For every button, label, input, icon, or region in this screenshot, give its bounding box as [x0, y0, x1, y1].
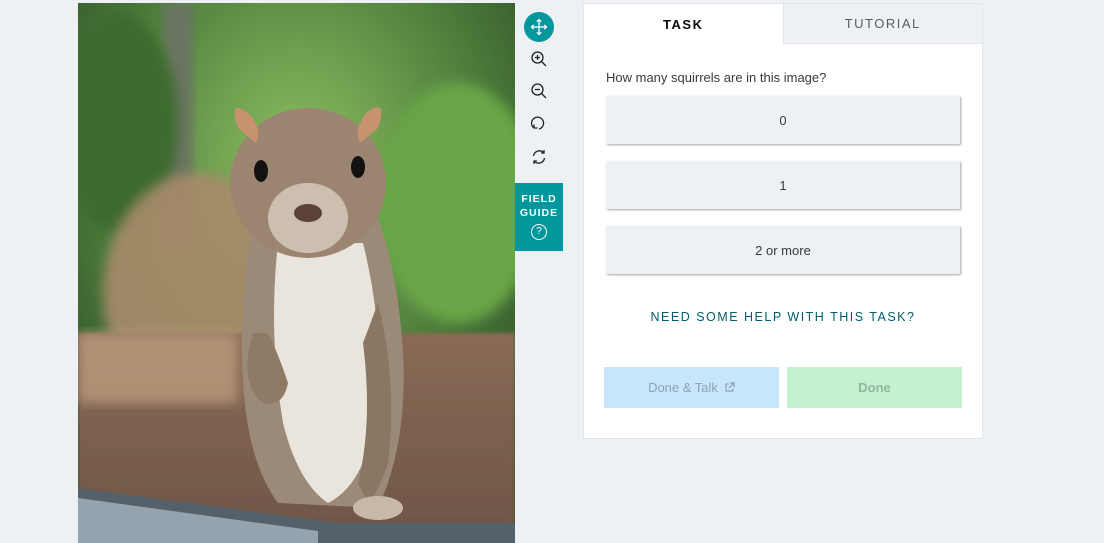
answer-button-0[interactable]: 0 — [606, 96, 960, 144]
help-circle-icon: ? — [531, 224, 547, 240]
tab-task[interactable]: TASK — [584, 4, 783, 44]
rotate-tool-button[interactable] — [523, 107, 555, 139]
tab-tutorial[interactable]: TUTORIAL — [782, 4, 982, 44]
external-link-icon — [724, 382, 735, 393]
field-guide-button[interactable]: FIELD GUIDE ? — [515, 183, 563, 251]
reset-tool-button[interactable] — [523, 141, 555, 173]
answer-button-1[interactable]: 1 — [606, 161, 960, 209]
rotate-icon — [530, 114, 548, 132]
subject-image[interactable] — [78, 3, 515, 543]
done-button[interactable]: Done — [787, 367, 962, 408]
done-and-talk-label: Done & Talk — [648, 380, 718, 395]
zoom-in-icon — [530, 50, 548, 68]
move-tool-button[interactable] — [524, 12, 554, 42]
zoom-out-tool-button[interactable] — [523, 75, 555, 107]
task-question: How many squirrels are in this image? — [606, 70, 827, 85]
zoom-in-tool-button[interactable] — [523, 43, 555, 75]
panel-tabs: TASK TUTORIAL — [584, 4, 982, 44]
answer-button-2-or-more[interactable]: 2 or more — [606, 226, 960, 274]
done-and-talk-button[interactable]: Done & Talk — [604, 367, 779, 408]
zoom-out-icon — [530, 82, 548, 100]
refresh-icon — [530, 148, 548, 166]
arrows-move-icon — [530, 18, 548, 36]
image-toolbar: FIELD GUIDE ? — [515, 3, 563, 543]
field-guide-label: FIELD GUIDE — [519, 193, 559, 219]
task-help-link[interactable]: NEED SOME HELP WITH THIS TASK? — [584, 310, 982, 324]
task-panel: TASK TUTORIAL How many squirrels are in … — [583, 3, 983, 439]
